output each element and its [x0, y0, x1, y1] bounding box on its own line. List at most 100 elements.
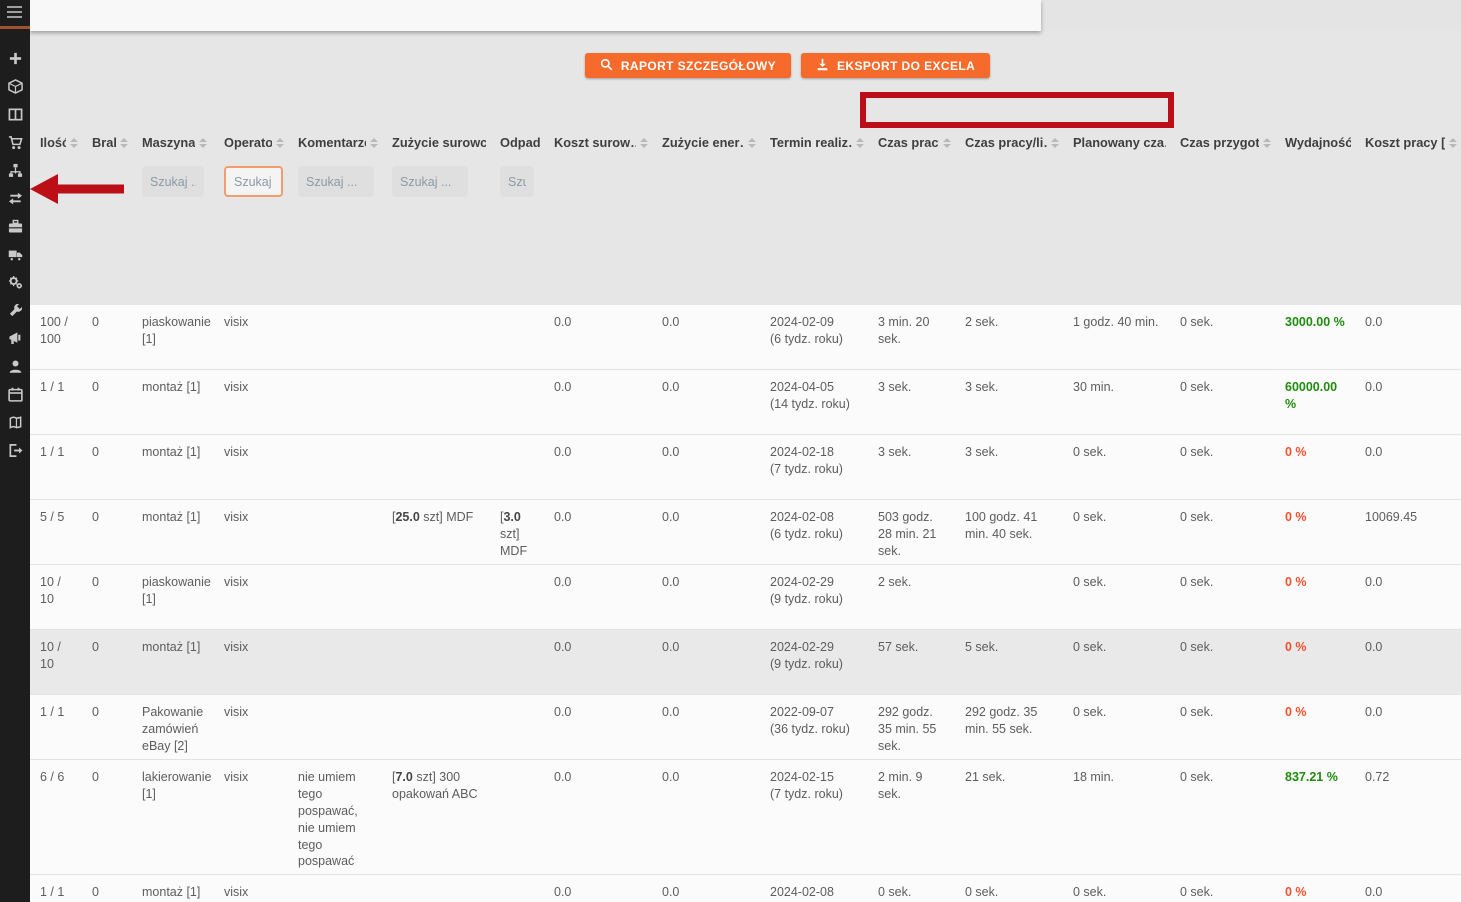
cell-wydajnosc: 0 %	[1275, 630, 1355, 694]
transfer-icon[interactable]	[7, 190, 23, 206]
sort-icon[interactable]	[370, 135, 378, 148]
column-header-wydajnosc[interactable]: Wydajność	[1275, 133, 1355, 150]
cell-czas-pracy: 2 min. 9 sek.	[868, 760, 955, 874]
columns-icon[interactable]	[7, 106, 23, 122]
sign-out-icon[interactable]	[7, 442, 23, 458]
cell-koszt-surowcow: 0.0	[544, 435, 652, 499]
column-header-czas_pracy_li[interactable]: Czas pracy/li…	[955, 133, 1063, 150]
export-excel-button[interactable]: EKSPORT DO EXCELA	[801, 53, 990, 78]
cell-odpady	[490, 760, 544, 874]
cell-wydajnosc: 0 %	[1275, 875, 1355, 902]
briefcase-icon[interactable]	[7, 218, 23, 234]
sort-icon[interactable]	[1263, 135, 1271, 148]
table-header-row: IlośćBrakiMaszynaOperatorKomentarzeZużyc…	[30, 133, 1461, 150]
package-icon[interactable]	[7, 78, 23, 94]
sort-icon[interactable]	[856, 135, 864, 148]
column-label: Planowany cza…	[1073, 135, 1166, 150]
search-input-operator[interactable]	[224, 166, 283, 197]
cell-operator: visix	[214, 500, 288, 564]
search-cell-komentarze	[288, 166, 382, 197]
cell-czas-pracy-li: 5 sek.	[955, 630, 1063, 694]
column-header-odpady[interactable]: Odpady	[490, 133, 544, 150]
cell-ilosc: 6 / 6	[30, 760, 82, 874]
cell-ilosc: 5 / 5	[30, 500, 82, 564]
column-header-ilosc[interactable]: Ilość	[30, 133, 82, 150]
cell-czas-pracy-li: 3 sek.	[955, 435, 1063, 499]
search-input-zuzycie_surowcow[interactable]	[392, 166, 468, 197]
sort-icon[interactable]	[120, 135, 128, 148]
cell-termin: 2022-09-07(36 tydz. roku)	[760, 695, 868, 759]
cell-koszt-surowcow: 0.0	[544, 630, 652, 694]
truck-icon[interactable]	[7, 246, 23, 262]
column-header-zuzycie_energii[interactable]: Zużycie ener…	[652, 133, 760, 150]
column-header-koszt_surowcow[interactable]: Koszt surow…	[544, 133, 652, 150]
cell-odpady	[490, 695, 544, 759]
cell-czas-pracy: 3 min. 20 sek.	[868, 305, 955, 369]
cell-czas-przygotowania: 0 sek.	[1170, 500, 1275, 564]
sort-icon[interactable]	[943, 135, 951, 148]
search-icon	[600, 58, 613, 74]
column-label: Operator	[224, 135, 272, 150]
megaphone-icon[interactable]	[7, 330, 23, 346]
calendar-icon[interactable]	[7, 386, 23, 402]
search-input-maszyna[interactable]	[142, 166, 204, 197]
detailed-report-label: RAPORT SZCZEGÓŁOWY	[621, 59, 776, 73]
cart-icon[interactable]	[7, 134, 23, 150]
cell-wydajnosc: 0 %	[1275, 435, 1355, 499]
search-cell-operator	[214, 166, 288, 197]
cell-maszyna: Pakowanie zamówień eBay [2]	[132, 695, 214, 759]
column-header-planowany_czas[interactable]: Planowany cza…	[1063, 133, 1170, 150]
cell-czas-pracy: 0 sek.	[868, 875, 955, 902]
table-row: 6 / 60lakierowanie [1]visixnie umiem teg…	[30, 760, 1461, 875]
cell-zuzycie-energii: 0.0	[652, 435, 760, 499]
column-label: Braki	[92, 135, 116, 150]
cell-czas-pracy-li: 2 sek.	[955, 305, 1063, 369]
cell-operator: visix	[214, 875, 288, 902]
plus-icon[interactable]	[7, 50, 23, 66]
cell-komentarze	[288, 370, 382, 434]
cell-komentarze: nie umiem tego pospawać, nie umiem tego …	[288, 760, 382, 874]
cell-braki: 0	[82, 875, 132, 902]
cell-zuzycie-surowcow: [7.0 szt] 300 opakowań ABC	[382, 760, 490, 874]
cell-planowany-czas: 30 min.	[1063, 370, 1170, 434]
gears-icon[interactable]	[7, 274, 23, 290]
table-head: IlośćBrakiMaszynaOperatorKomentarzeZużyc…	[30, 119, 1461, 305]
column-label: Czas pracy/li…	[965, 135, 1047, 150]
table-row: 1 / 10montaż [1]visix0.00.02024-02-08(6 …	[30, 875, 1461, 902]
sitemap-icon[interactable]	[7, 162, 23, 178]
wrench-icon[interactable]	[7, 302, 23, 318]
hamburger-menu-icon[interactable]	[0, 0, 30, 26]
cell-braki: 0	[82, 695, 132, 759]
sort-icon[interactable]	[70, 135, 78, 148]
cell-maszyna: montaż [1]	[132, 630, 214, 694]
column-header-komentarze[interactable]: Komentarze	[288, 133, 382, 150]
column-header-koszt_pracy[interactable]: Koszt pracy […	[1355, 133, 1461, 150]
column-header-operator[interactable]: Operator	[214, 133, 288, 150]
search-input-odpady[interactable]	[500, 166, 534, 197]
table-row: 1 / 10montaż [1]visix0.00.02024-02-18(7 …	[30, 435, 1461, 500]
sort-icon[interactable]	[1051, 135, 1059, 148]
sort-icon[interactable]	[640, 135, 648, 148]
sort-icon[interactable]	[748, 135, 756, 148]
book-icon[interactable]	[7, 414, 23, 430]
cell-wydajnosc: 3000.00 %	[1275, 305, 1355, 369]
cell-koszt-pracy: 0.0	[1355, 875, 1461, 902]
column-header-termin[interactable]: Termin realiz…	[760, 133, 868, 150]
sort-icon[interactable]	[1449, 135, 1457, 148]
cell-maszyna: lakierowanie [1]	[132, 760, 214, 874]
column-header-braki[interactable]: Braki	[82, 133, 132, 150]
search-cell-odpady	[490, 166, 544, 197]
column-label: Wydajność	[1285, 135, 1351, 150]
cell-zuzycie-energii: 0.0	[652, 875, 760, 902]
column-header-czas_przygotowania[interactable]: Czas przygot…	[1170, 133, 1275, 150]
sort-icon[interactable]	[199, 135, 207, 148]
user-icon[interactable]	[7, 358, 23, 374]
column-header-czas_pracy[interactable]: Czas pracy	[868, 133, 955, 150]
search-input-komentarze[interactable]	[298, 166, 374, 197]
detailed-report-button[interactable]: RAPORT SZCZEGÓŁOWY	[585, 53, 791, 78]
cell-koszt-surowcow: 0.0	[544, 500, 652, 564]
column-header-zuzycie_surowcow[interactable]: Zużycie surowc…	[382, 133, 490, 150]
column-header-maszyna[interactable]: Maszyna	[132, 133, 214, 150]
sort-icon[interactable]	[276, 135, 284, 148]
cell-komentarze	[288, 630, 382, 694]
